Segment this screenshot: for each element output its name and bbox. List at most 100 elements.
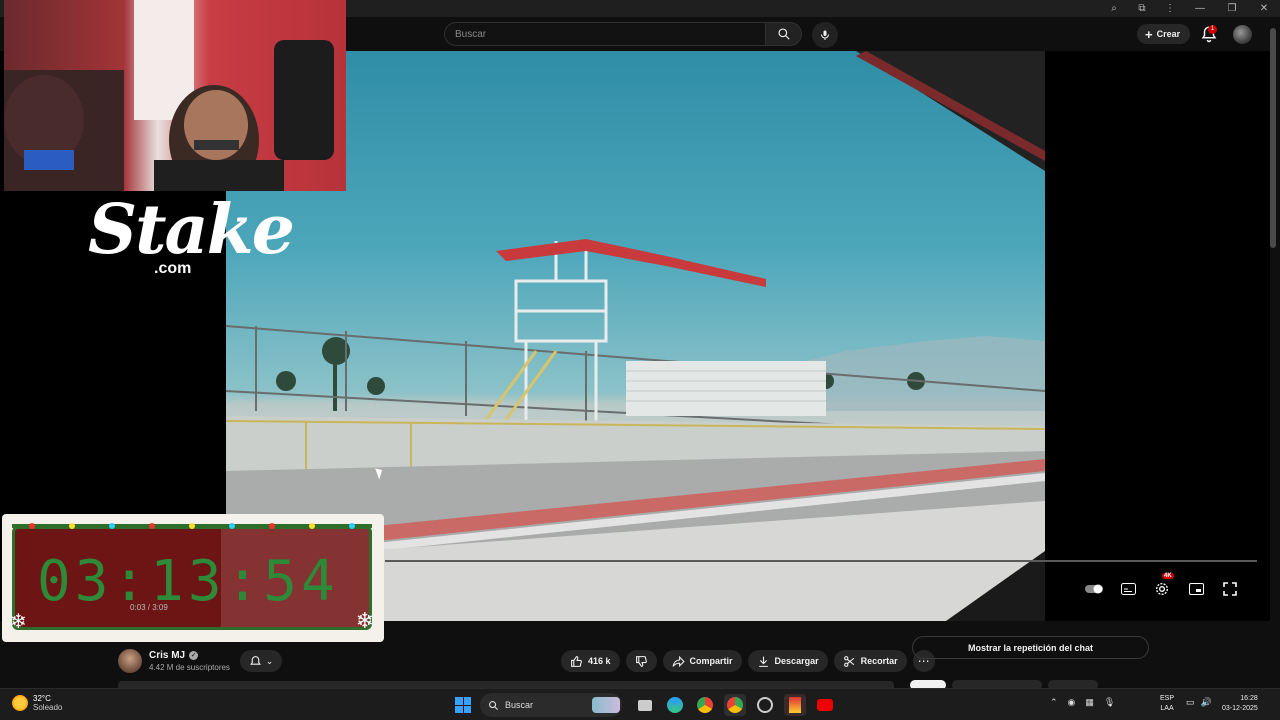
windows-logo-tile [455, 705, 463, 713]
settings-button[interactable]: 4K [1153, 573, 1174, 598]
windows-logo-tile [463, 697, 471, 705]
app-icon[interactable] [784, 694, 806, 716]
player-controls: 4K [1085, 573, 1239, 598]
download-button[interactable]: Descargar [747, 650, 828, 672]
extensions-icon[interactable]: ⧉ [1128, 3, 1156, 14]
channel-text: Cris MJ ✓ 4.42 M de suscriptores [142, 650, 230, 672]
chat-replay-label: Mostrar la repetición del chat [967, 642, 1094, 653]
language: ESP [1160, 695, 1175, 702]
quality-badge: 4K [1162, 573, 1174, 579]
channel-avatar[interactable] [118, 649, 142, 673]
video-time-readout: 0:03 / 3:09 [130, 603, 168, 612]
taskbar-search[interactable]: Buscar [480, 693, 622, 717]
like-button[interactable]: 416 k [561, 650, 620, 672]
countdown-timer-overlay: 03:13:54 0:03 / 3:09 ❄ ❄ [2, 514, 384, 642]
keyboard-layout: LAA [1160, 705, 1174, 712]
youtube-app-icon[interactable] [814, 694, 836, 716]
thumbs-up-icon [571, 655, 582, 667]
subtitles-button[interactable] [1119, 580, 1137, 598]
channel-info: Cris MJ ✓ 4.42 M de suscriptores [118, 648, 230, 674]
chevron-up-icon[interactable]: ⌃ [1050, 697, 1058, 708]
browser-titlebar-icons: ⌕ ⧉ ⋮ — ❐ ✕ [1100, 0, 1280, 17]
miniplayer-button[interactable] [1187, 580, 1205, 598]
language-indicator[interactable]: ESP LAA [1160, 694, 1174, 714]
verified-icon: ✓ [189, 651, 199, 660]
download-label: Descargar [774, 656, 819, 666]
network-icon: ▭ [1186, 697, 1195, 707]
clock-date: 03-12-2025 [1222, 705, 1258, 712]
channel-name-row: Cris MJ ✓ [142, 650, 230, 661]
create-label: Crear [1156, 29, 1181, 39]
system-tray: ⌃ ◉ ▦ 🎙 [1050, 697, 1115, 708]
webcam-overlay [4, 0, 346, 191]
webcam-scene [4, 0, 334, 191]
snowflake-icon: ❄ [355, 608, 374, 633]
search-icon [489, 700, 499, 710]
restore-icon[interactable]: ❐ [1216, 3, 1248, 14]
create-button[interactable]: + Crear [1137, 24, 1191, 44]
fullscreen-button[interactable] [1221, 580, 1239, 598]
timer-panel: 03:13:54 0:03 / 3:09 [12, 526, 372, 630]
stake-logo-suffix: .com [154, 260, 192, 277]
account-avatar[interactable] [1233, 25, 1252, 44]
clock-time: 16:28 [1240, 695, 1258, 702]
chevron-down-icon: ⌄ [265, 655, 274, 666]
garland-lights-icon [12, 523, 372, 529]
close-icon[interactable]: ✕ [1248, 3, 1280, 14]
download-icon [758, 656, 768, 667]
clock[interactable]: 16:28 03-12-2025 [1222, 694, 1258, 714]
dislike-button[interactable] [625, 650, 657, 672]
windows-logo-icon [455, 697, 463, 705]
temperature: 32°C [33, 694, 51, 703]
task-view-icon[interactable] [634, 694, 656, 716]
thumbs-down-icon [635, 655, 647, 667]
autoplay-toggle[interactable] [1085, 580, 1103, 598]
search-button[interactable] [766, 22, 802, 46]
zoom-icon[interactable]: ⌕ [1100, 3, 1128, 14]
search-input[interactable] [444, 22, 766, 46]
obs-icon[interactable] [754, 694, 776, 716]
share-button[interactable]: Compartir [662, 650, 742, 672]
snowflake-icon: ❄ [10, 611, 27, 633]
weather-condition: Soleado [33, 703, 63, 712]
bell-icon [249, 655, 261, 665]
show-chat-replay-button[interactable]: Mostrar la repetición del chat [912, 636, 1149, 659]
windows-logo-tile [463, 705, 471, 713]
gear-icon [1156, 583, 1168, 595]
taskbar-search-label: Buscar [505, 700, 534, 710]
minimize-icon[interactable]: — [1184, 3, 1216, 14]
subtitles-icon [1120, 583, 1136, 595]
grid-icon[interactable]: ▦ [1085, 697, 1094, 708]
start-button[interactable] [455, 697, 471, 713]
browser-menu-icon[interactable]: ⋮ [1156, 3, 1184, 14]
tray-app-icon[interactable]: ◉ [1068, 697, 1076, 708]
chrome-active-icon[interactable] [724, 694, 746, 716]
microphone-icon [821, 30, 829, 40]
subscriber-count: 4.42 M de suscriptores [149, 663, 230, 672]
video-progress-bar[interactable] [385, 560, 1257, 562]
scissors-icon [843, 655, 854, 667]
stake-logo: Stake .com [88, 190, 295, 285]
edge-browser-icon[interactable] [664, 694, 686, 716]
volume-icon: 🔊 [1200, 697, 1212, 707]
sun-icon [12, 695, 28, 711]
like-count: 416 k [588, 656, 611, 666]
timer-digits: 03:13:54 [37, 549, 339, 614]
share-icon [672, 655, 685, 667]
stake-logo-text: Stake [88, 190, 295, 270]
clip-label: Recortar [860, 656, 898, 666]
weather-widget[interactable]: 32°C Soleado [12, 694, 62, 712]
channel-name[interactable]: Cris MJ [149, 650, 185, 661]
voice-search-button[interactable] [812, 22, 838, 48]
search-bar [444, 22, 802, 46]
search-icon [777, 28, 790, 40]
microphone-icon[interactable]: 🎙 [1104, 697, 1115, 708]
clip-button[interactable]: Recortar [833, 650, 907, 672]
autoplay-toggle-icon [1085, 584, 1103, 594]
page-scrollbar[interactable] [1270, 28, 1276, 248]
fullscreen-icon [1223, 582, 1237, 596]
subscription-notifications-button[interactable]: ⌄ [240, 650, 282, 672]
taskbar-apps [634, 694, 836, 716]
system-icons[interactable]: ▭ 🔊 [1186, 697, 1212, 708]
chrome-icon[interactable] [694, 694, 716, 716]
